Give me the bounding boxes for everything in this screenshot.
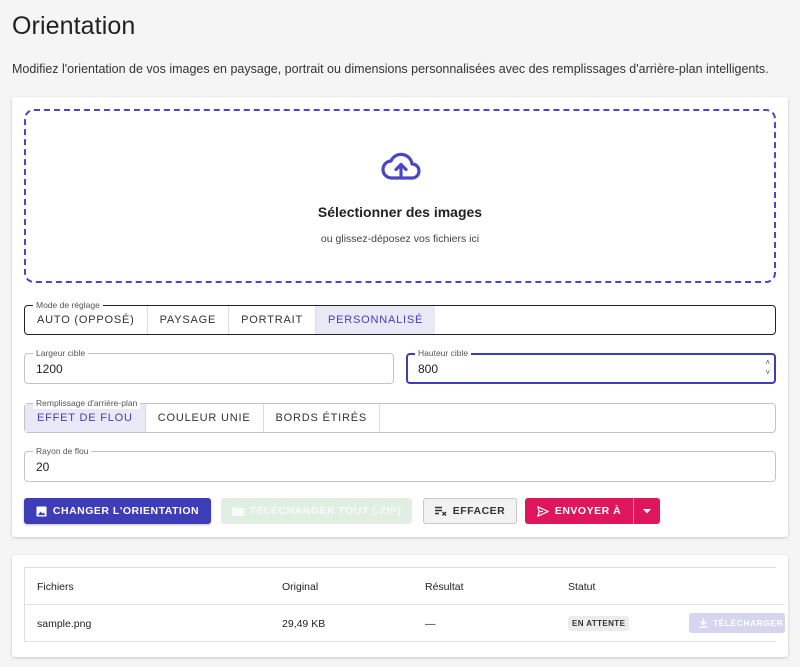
download-all-label: TÉLÉCHARGER TOUT (.ZIP) xyxy=(249,505,402,517)
send-to-label: ENVOYER À xyxy=(554,505,622,517)
chevron-up-icon[interactable]: ˄ xyxy=(765,358,770,368)
download-file-label: TÉLÉCHARGER xyxy=(713,618,784,628)
download-icon xyxy=(699,618,708,628)
adjust-mode-group: Mode de réglage AUTO (OPPOSÉ) PAYSAGE PO… xyxy=(24,299,776,335)
orientation-settings-card: Sélectionner des images ou glissez-dépos… xyxy=(12,97,788,537)
download-all-button[interactable]: TÉLÉCHARGER TOUT (.ZIP) xyxy=(221,498,412,524)
result-size: — xyxy=(425,617,436,630)
adjust-mode-legend: Mode de réglage xyxy=(33,299,103,311)
clear-button[interactable]: EFFACER xyxy=(423,498,517,524)
clear-list-icon xyxy=(434,506,447,516)
target-width-value: 1200 xyxy=(36,362,63,376)
file-dropzone[interactable]: Sélectionner des images ou glissez-dépos… xyxy=(24,109,776,283)
change-orientation-button[interactable]: CHANGER L'ORIENTATION xyxy=(24,498,211,524)
page-description: Modifiez l'orientation de vos images en … xyxy=(12,62,769,76)
caret-down-icon xyxy=(643,505,651,517)
header-status: Statut xyxy=(568,580,596,593)
send-icon xyxy=(537,505,549,517)
chevron-down-icon[interactable]: ˅ xyxy=(765,368,770,378)
target-height-field[interactable]: Hauteur cible 800 ˄ ˅ xyxy=(406,347,776,384)
download-file-button[interactable]: TÉLÉCHARGER xyxy=(689,613,785,633)
blur-radius-field[interactable]: Rayon de flou 20 xyxy=(24,445,776,482)
background-fill-group: Remplissage d'arrière-plan EFFET DE FLOU… xyxy=(24,397,776,433)
status-badge: EN ATTENTE xyxy=(568,616,630,631)
table-header: Fichiers Original Résultat Statut xyxy=(25,568,785,605)
header-result: Résultat xyxy=(425,580,464,593)
mode-custom-button[interactable]: PERSONNALISÉ xyxy=(315,306,436,334)
files-table: Fichiers Original Résultat Statut sample… xyxy=(24,567,785,642)
target-height-label: Hauteur cible xyxy=(415,347,472,359)
mode-landscape-button[interactable]: PAYSAGE xyxy=(148,306,230,334)
dropzone-title: Sélectionner des images xyxy=(317,204,483,220)
folder-zip-icon xyxy=(231,506,244,516)
target-width-label: Largeur cible xyxy=(33,347,89,359)
fill-stretched-edges-button[interactable]: BORDS ÉTIRÉS xyxy=(264,404,381,432)
files-table-card: Fichiers Original Résultat Statut sample… xyxy=(12,555,788,657)
mode-portrait-button[interactable]: PORTRAIT xyxy=(229,306,316,334)
header-original: Original xyxy=(282,580,319,593)
fill-solid-color-button[interactable]: COULEUR UNIE xyxy=(146,404,264,432)
original-size: 29,49 KB xyxy=(282,617,326,630)
number-spinner[interactable]: ˄ ˅ xyxy=(765,358,770,378)
clear-label: EFFACER xyxy=(452,505,506,517)
page-title: Orientation xyxy=(12,12,136,40)
target-width-field[interactable]: Largeur cible 1200 xyxy=(24,347,394,384)
blur-radius-value: 20 xyxy=(36,460,50,474)
change-orientation-label: CHANGER L'ORIENTATION xyxy=(52,505,200,517)
target-height-value: 800 xyxy=(418,362,439,376)
table-row: sample.png 29,49 KB — EN ATTENTE TÉLÉCHA… xyxy=(25,605,785,642)
background-fill-legend: Remplissage d'arrière-plan xyxy=(33,397,141,409)
file-name: sample.png xyxy=(37,617,92,630)
send-to-button[interactable]: ENVOYER À xyxy=(525,498,633,524)
image-icon xyxy=(36,505,47,517)
header-files: Fichiers xyxy=(37,580,74,593)
send-to-dropdown-button[interactable] xyxy=(633,498,660,524)
cloud-upload-icon xyxy=(381,152,421,180)
dropzone-subtitle: ou glissez-déposez vos fichiers ici xyxy=(320,233,480,245)
blur-radius-label: Rayon de flou xyxy=(33,445,92,457)
